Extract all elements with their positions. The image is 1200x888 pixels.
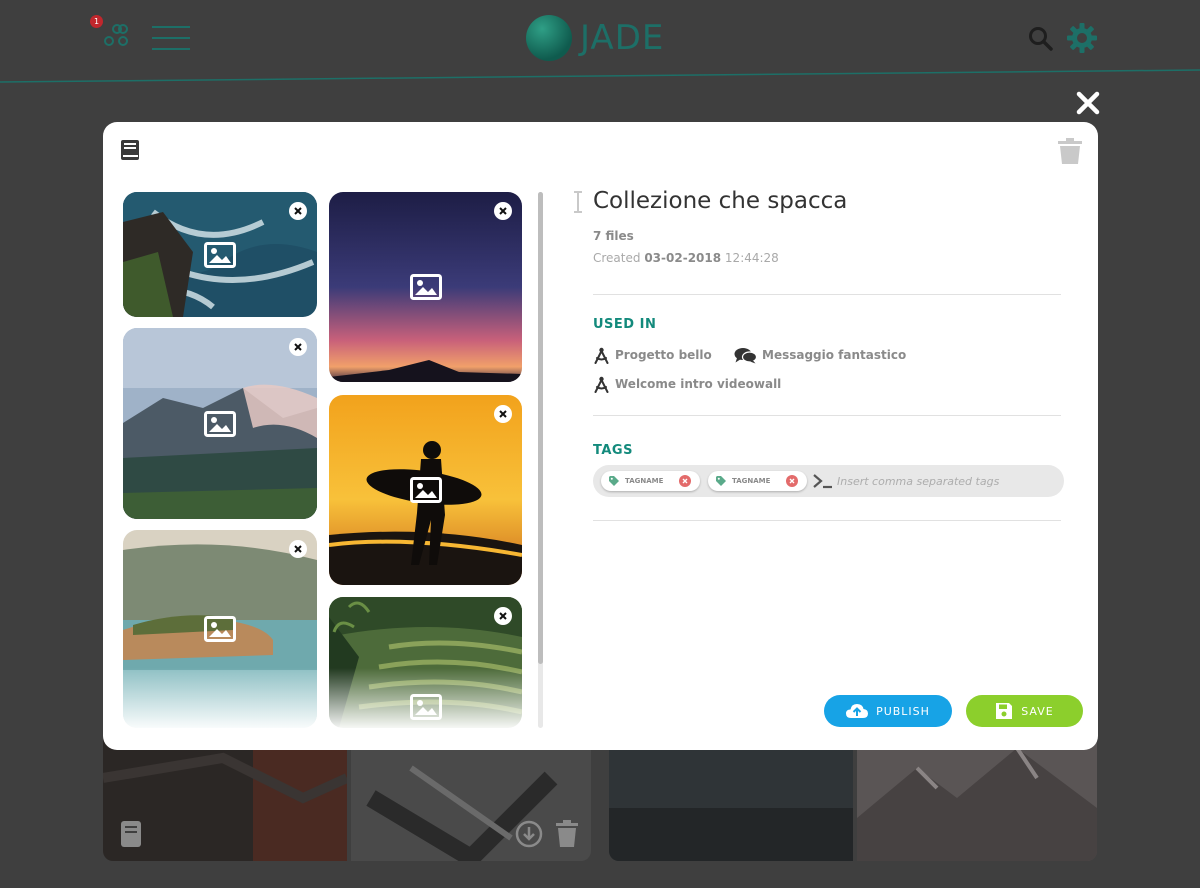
gallery-scrollbar[interactable]: [538, 192, 543, 728]
section-divider: [593, 294, 1061, 295]
used-in-title: USED IN: [593, 317, 657, 332]
app-logo[interactable]: JADE: [526, 14, 664, 62]
book-icon: [121, 821, 141, 847]
text-cursor-icon: [574, 191, 582, 213]
image-thumbnail[interactable]: [329, 192, 522, 382]
close-icon: [499, 410, 507, 418]
close-icon: [294, 343, 302, 351]
remove-image-button[interactable]: [494, 202, 512, 220]
close-icon: [682, 478, 688, 484]
image-thumbnail[interactable]: [329, 395, 522, 585]
section-divider: [593, 520, 1061, 521]
cloud-upload-icon: [846, 704, 869, 718]
hamburger-line: [152, 37, 190, 39]
files-count: 7 files: [593, 229, 634, 243]
hamburger-menu-button[interactable]: [152, 26, 190, 50]
collection-modal: Collezione che spacca 7 files Created 03…: [103, 122, 1098, 750]
tag-icon: [716, 476, 726, 486]
terminal-prompt-icon: [813, 474, 832, 489]
app-name: JADE: [580, 18, 665, 58]
floppy-disk-icon: [996, 703, 1013, 719]
book-icon: [121, 140, 139, 160]
image-thumbnail[interactable]: [123, 192, 317, 317]
close-icon: [499, 612, 507, 620]
tag-chip[interactable]: TAGNAME: [708, 471, 807, 491]
top-bar: 1 JADE: [0, 0, 1200, 83]
save-button[interactable]: SAVE: [966, 695, 1083, 727]
logo-mark-icon: [526, 15, 572, 61]
tags-field[interactable]: TAGNAME TAGNAME: [593, 465, 1064, 497]
apps-grid-dot: [118, 36, 128, 46]
tags-title: TAGS: [593, 443, 633, 458]
header-divider: [0, 69, 1200, 83]
close-icon: [789, 478, 795, 484]
chat-bubbles-icon: [734, 347, 757, 363]
collection-title[interactable]: Collezione che spacca: [593, 188, 847, 214]
image-thumbnail[interactable]: [123, 328, 317, 519]
tag-icon: [609, 476, 619, 486]
compass-icon: [594, 347, 609, 364]
image-gallery: [123, 192, 523, 728]
image-icon: [409, 477, 442, 503]
image-icon: [204, 410, 236, 437]
created-label: Created: [593, 251, 641, 265]
used-in-label: Progetto bello: [615, 348, 712, 362]
remove-image-button[interactable]: [289, 338, 307, 356]
tag-chip[interactable]: TAGNAME: [601, 471, 700, 491]
apps-grid-dot: [104, 36, 114, 46]
download-icon[interactable]: [515, 820, 543, 848]
close-icon: [294, 545, 302, 553]
background-collection-card[interactable]: [609, 738, 1097, 861]
image-thumbnail[interactable]: [329, 597, 522, 728]
remove-tag-button[interactable]: [679, 475, 691, 487]
remove-image-button[interactable]: [289, 202, 307, 220]
section-divider: [593, 415, 1061, 416]
image-icon: [204, 616, 236, 642]
delete-collection-icon[interactable]: [1058, 138, 1082, 164]
hamburger-line: [152, 48, 190, 50]
notification-badge: 1: [90, 15, 103, 28]
used-in-label: Welcome intro videowall: [615, 377, 782, 391]
close-modal-icon[interactable]: [1075, 90, 1101, 116]
save-label: SAVE: [1021, 704, 1054, 718]
background-thumbnail: [609, 738, 853, 861]
compass-icon: [594, 376, 609, 393]
image-icon: [409, 274, 442, 300]
image-icon: [409, 694, 442, 721]
tag-label: TAGNAME: [732, 477, 771, 485]
image-thumbnail[interactable]: [123, 530, 317, 728]
tags-input[interactable]: [837, 471, 1057, 491]
used-in-item-messaggio-fantastico[interactable]: Messaggio fantastico: [734, 346, 906, 364]
hamburger-icon: [152, 26, 190, 28]
close-icon: [499, 207, 507, 215]
publish-label: PUBLISH: [876, 704, 930, 718]
apps-grid-dot: [118, 24, 128, 34]
gear-icon[interactable]: [1066, 22, 1098, 54]
remove-image-button[interactable]: [289, 540, 307, 558]
remove-image-button[interactable]: [494, 607, 512, 625]
background-thumbnail: [857, 738, 1097, 861]
image-icon: [204, 241, 236, 268]
close-icon: [294, 207, 302, 215]
used-in-item-welcome-intro-videowall[interactable]: Welcome intro videowall: [593, 375, 781, 393]
used-in-item-progetto-bello[interactable]: Progetto bello: [593, 346, 712, 364]
publish-button[interactable]: PUBLISH: [824, 695, 952, 727]
remove-image-button[interactable]: [494, 405, 512, 423]
search-icon[interactable]: [1028, 26, 1054, 52]
created-date: 03-02-2018: [644, 251, 722, 265]
scrollbar-thumb[interactable]: [538, 192, 543, 664]
tag-label: TAGNAME: [625, 477, 664, 485]
trash-icon[interactable]: [555, 820, 579, 848]
apps-grid-button[interactable]: [104, 24, 134, 52]
remove-tag-button[interactable]: [786, 475, 798, 487]
background-collection-card[interactable]: [103, 738, 591, 861]
used-in-label: Messaggio fantastico: [762, 348, 907, 362]
created-time: 12:44:28: [724, 251, 779, 265]
created-info: Created 03-02-2018 12:44:28: [593, 251, 779, 265]
